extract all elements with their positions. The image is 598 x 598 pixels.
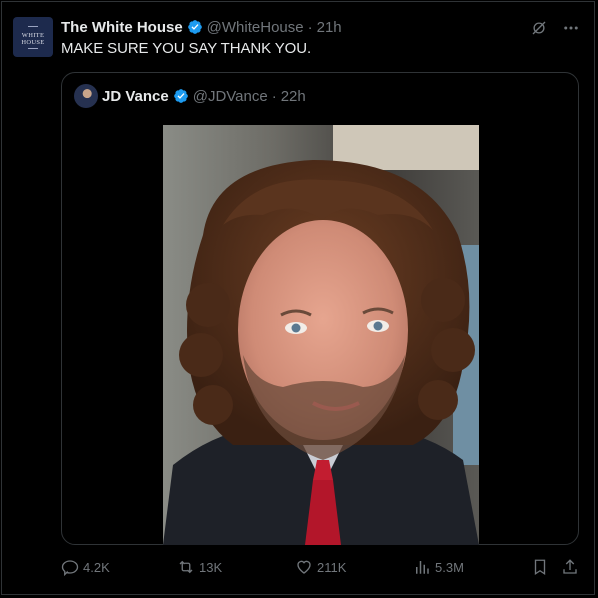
post-top-actions — [530, 19, 580, 37]
bookmark-button[interactable] — [531, 558, 553, 576]
like-icon — [297, 560, 311, 574]
repost-icon — [179, 560, 193, 574]
repost-button[interactable]: 13K — [177, 558, 222, 576]
seal-icon — [28, 25, 38, 30]
avatar-text-line: HOUSE — [21, 38, 45, 46]
photo-illustration — [163, 125, 479, 545]
quoted-photo[interactable] — [163, 125, 479, 545]
avatar-text-line: WHITE — [21, 31, 45, 39]
like-count: 211K — [317, 559, 347, 575]
quoted-header: JD Vance @JDVance · 22h — [74, 84, 306, 108]
bookmark-icon — [534, 559, 546, 576]
author-handle[interactable]: @WhiteHouse — [207, 19, 304, 36]
share-button[interactable] — [561, 558, 583, 576]
author-avatar[interactable]: WHITE HOUSE — [13, 17, 53, 57]
more-icon[interactable] — [562, 19, 580, 37]
share-icon — [563, 559, 577, 574]
views-icon — [416, 561, 429, 574]
quoted-author-handle[interactable]: @JDVance — [193, 88, 268, 105]
author-name[interactable]: The White House — [61, 19, 183, 36]
verified-badge-icon — [187, 20, 202, 34]
reply-count: 4.2K — [83, 559, 110, 575]
quoted-post[interactable]: JD Vance @JDVance · 22h — [61, 72, 579, 545]
post-header: The White House @WhiteHouse · 21h — [61, 17, 342, 37]
post-actions: 4.2K 13K 211K 5.3M — [61, 558, 581, 578]
header-separator: · — [307, 18, 313, 36]
like-button[interactable]: 211K — [295, 558, 346, 576]
views-button[interactable]: 5.3M — [413, 558, 464, 576]
grok-icon[interactable] — [530, 19, 548, 37]
reply-button[interactable]: 4.2K — [61, 558, 110, 576]
post-time[interactable]: 21h — [317, 19, 342, 36]
repost-count: 13K — [199, 559, 223, 575]
quoted-avatar[interactable] — [74, 84, 98, 108]
avatar-divider — [28, 47, 38, 49]
reply-icon — [61, 560, 79, 576]
quoted-separator: · — [271, 87, 277, 105]
views-count: 5.3M — [435, 559, 464, 575]
verified-badge-icon — [173, 89, 188, 103]
quoted-author-name[interactable]: JD Vance — [102, 88, 169, 105]
quoted-time[interactable]: 22h — [281, 88, 306, 105]
post-text: MAKE SURE YOU SAY THANK YOU. — [61, 40, 312, 57]
